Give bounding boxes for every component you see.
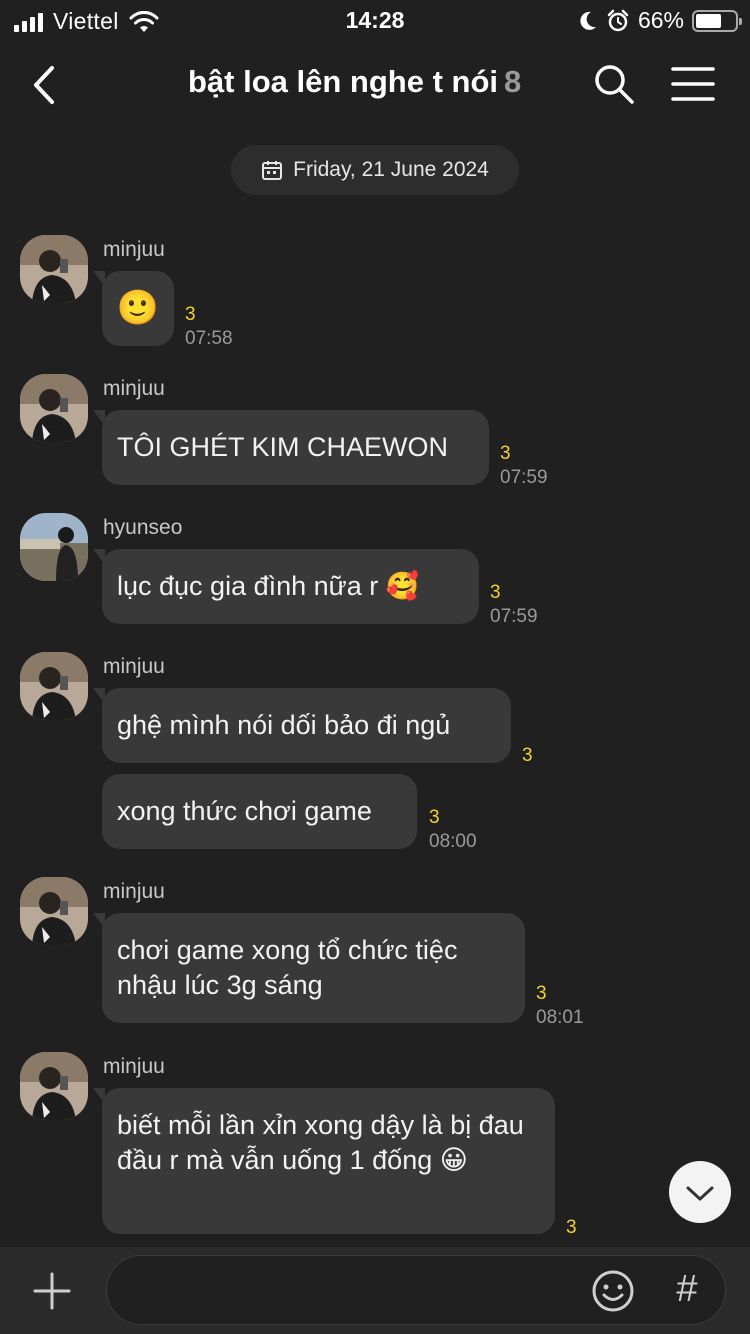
message-input[interactable] [127,1266,591,1316]
menu-icon[interactable] [670,64,716,104]
sender-name: minjuu [103,377,165,400]
calendar-icon [262,161,283,180]
unread-count: 3 [566,1217,577,1238]
avatar-minjuu[interactable] [20,235,88,303]
message-bubble[interactable]: 🙂 [93,271,174,346]
message-meta: 3 07:59 [490,581,538,629]
battery-percent: 66% [637,7,684,33]
message-bubble[interactable]: lục đục gia đình nữa r 🥰 [93,549,479,624]
unread-count: 3 [429,807,440,828]
message-time: 08:00 [429,831,477,852]
chat-header: bật loa lên nghe t nói 8 [0,40,750,130]
sender-name: hyunseo [103,516,183,539]
unread-count: 3 [185,304,196,325]
unread-count: 3 [490,582,501,603]
plus-icon[interactable] [32,1271,72,1311]
chat-name: bật loa lên nghe t nói [188,64,498,99]
moon-icon [580,11,596,30]
sender-name: minjuu [103,880,165,903]
message-meta: 3 08:01 [536,982,584,1030]
battery-icon [692,9,742,32]
message-input-container: # [106,1255,726,1325]
message-bubble[interactable]: xong thức chơi game [102,774,417,849]
message-time: 07:58 [185,328,233,349]
avatar-minjuu[interactable] [20,652,88,720]
alarm-icon [607,9,629,31]
message-meta: 3 [522,744,533,768]
message-time: 08:01 [536,1007,584,1028]
chevron-down-icon [686,1186,714,1201]
unread-count: 3 [522,745,533,766]
message-meta: 3 [566,1216,577,1240]
message-time: 07:59 [500,467,548,488]
message-composer: # [0,1247,750,1334]
avatar-minjuu[interactable] [20,1052,88,1120]
message-bubble[interactable]: ghệ mình nói dối bảo đi ngủ [93,688,511,763]
unread-count: 3 [536,983,547,1004]
date-text: Friday, 21 June 2024 [293,158,489,181]
message-bubble[interactable]: biết mỗi lần xỉn xong dậy là bị đau đầu … [93,1088,555,1234]
sender-name: minjuu [103,238,165,261]
hashtag-button[interactable]: # [667,1265,707,1313]
sender-name: minjuu [103,1055,165,1078]
message-time: 07:59 [490,606,538,627]
emoji-icon[interactable] [591,1269,635,1313]
message-bubble[interactable]: chơi game xong tổ chức tiệc nhậu lúc 3g … [93,913,525,1023]
back-arrow-icon[interactable] [24,60,68,110]
sender-name: minjuu [103,655,165,678]
search-icon[interactable] [592,62,636,106]
avatar-minjuu[interactable] [20,374,88,442]
member-count: 8 [504,64,522,99]
message-meta: 3 08:00 [429,806,477,854]
date-divider: Friday, 21 June 2024 [231,145,519,195]
avatar-minjuu[interactable] [20,877,88,945]
message-bubble[interactable]: TÔI GHÉT KIM CHAEWON [93,410,489,485]
avatar-hyunseo[interactable] [20,513,88,581]
message-meta: 3 07:59 [500,442,548,490]
message-meta: 3 07:58 [185,303,233,351]
unread-count: 3 [500,443,511,464]
status-bar: Viettel 14:28 66% [0,0,750,40]
scroll-to-bottom-button[interactable] [669,1161,731,1223]
chat-title[interactable]: bật loa lên nghe t nói 8 [188,64,521,100]
